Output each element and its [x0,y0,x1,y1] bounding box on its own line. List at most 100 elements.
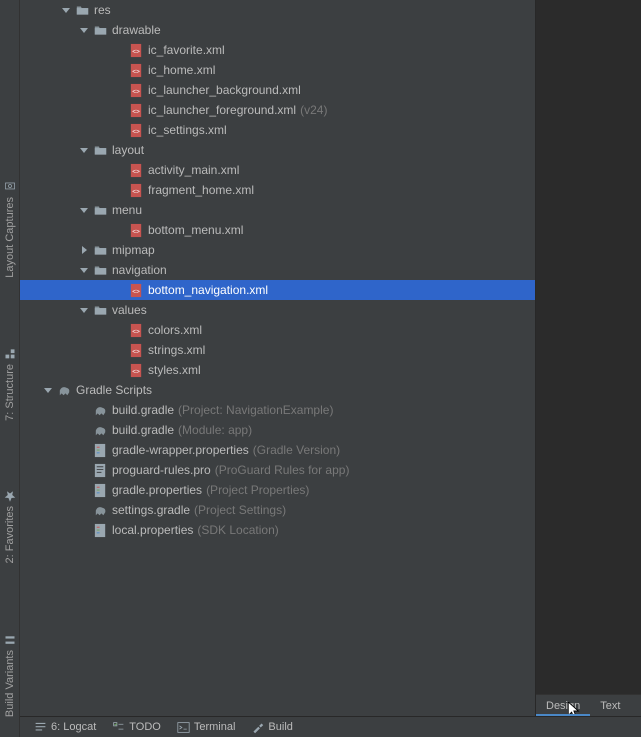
tree-label: fragment_home.xml [148,183,254,197]
tree-row[interactable]: <>ic_home.xml [20,60,535,80]
tree-label: styles.xml [148,363,201,377]
tab-text[interactable]: Text [590,695,630,716]
xml-icon: <> [128,322,144,338]
tree-label: local.properties [112,523,193,537]
tree-hint: (SDK Location) [197,523,278,537]
sidebar-tab-layout-captures[interactable]: Layout Captures [4,181,16,278]
tree-label: ic_favorite.xml [148,43,225,57]
tree-row[interactable]: values [20,300,535,320]
tree-row[interactable]: <> colors.xml [20,320,535,340]
tree-row[interactable]: <>ic_settings.xml [20,120,535,140]
tree-row[interactable]: Gradle Scripts [20,380,535,400]
tree-label: ic_launcher_background.xml [148,83,301,97]
xml-icon: <> [128,222,144,238]
tree-hint: (v24) [300,103,327,117]
bottom-tab-logcat[interactable]: 6: Logcat [34,721,96,734]
tree-row[interactable]: <>bottom_menu.xml [20,220,535,240]
tree-row[interactable]: navigation [20,260,535,280]
tree-label: settings.gradle [112,503,190,517]
camera-icon [4,181,16,193]
svg-text:<>: <> [132,48,140,55]
tree-row[interactable]: <> styles.xml [20,360,535,380]
svg-text:<>: <> [132,368,140,375]
arrow-placeholder [78,444,90,456]
chevron-down-icon[interactable] [78,204,90,216]
tree-hint: (ProGuard Rules for app) [215,463,350,477]
tree-row[interactable]: proguard-rules.pro (ProGuard Rules for ap… [20,460,535,480]
xml-icon: <> [128,162,144,178]
chevron-down-icon[interactable] [42,384,54,396]
arrow-placeholder [114,164,126,176]
arrow-placeholder [114,284,126,296]
chevron-down-icon[interactable] [78,24,90,36]
svg-text:<>: <> [132,168,140,175]
tree-row[interactable]: <>activity_main.xml [20,160,535,180]
gradle-icon [92,502,108,518]
folder-icon [92,242,108,258]
tree-row[interactable]: <> ic_launcher_background.xml [20,80,535,100]
tree-label: proguard-rules.pro [112,463,211,477]
bottom-tab-todo[interactable]: TODO [112,721,161,734]
svg-text:<>: <> [132,328,140,335]
arrow-placeholder [78,504,90,516]
arrow-placeholder [114,84,126,96]
bottom-tab-build[interactable]: Build [251,721,292,734]
svg-text:<>: <> [132,88,140,95]
gradle-scripts-icon [56,382,72,398]
tree-row[interactable]: gradle.properties(Project Properties) [20,480,535,500]
tree-row[interactable]: <> ic_favorite.xml [20,40,535,60]
star-icon [4,490,16,502]
sidebar-tab-favorites[interactable]: 2: Favorites [4,490,16,563]
tree-row[interactable]: layout [20,140,535,160]
tree-label: ic_home.xml [148,63,215,77]
gradle-icon [92,422,108,438]
tree-row[interactable]: <> fragment_home.xml [20,180,535,200]
xml-icon: <> [128,282,144,298]
hammer-icon [251,721,264,734]
tree-row[interactable]: res [20,0,535,20]
tree-hint: (Module: app) [178,423,252,437]
xml-icon: <> [128,42,144,58]
arrow-placeholder [78,524,90,536]
arrow-placeholder [78,484,90,496]
chevron-down-icon[interactable] [60,4,72,16]
folder-icon [92,202,108,218]
tree-row[interactable]: gradle-wrapper.properties(Gradle Version… [20,440,535,460]
tree-row[interactable]: build.gradle(Module: app) [20,420,535,440]
tree-row[interactable]: mipmap [20,240,535,260]
arrow-placeholder [114,104,126,116]
bottom-tab-terminal[interactable]: Terminal [177,721,236,734]
tree-hint: (Gradle Version) [253,443,340,457]
sidebar-tab-structure[interactable]: 7: Structure [4,348,16,421]
sidebar-tab-build-variants[interactable]: Build Variants [4,634,16,717]
tree-row[interactable]: build.gradle(Project: NavigationExample) [20,400,535,420]
chevron-down-icon[interactable] [78,144,90,156]
folder-icon [92,142,108,158]
tree-label: ic_launcher_foreground.xml [148,103,296,117]
props-icon [92,442,108,458]
tree-row[interactable]: drawable [20,20,535,40]
svg-text:<>: <> [132,108,140,115]
tree-row[interactable]: local.properties (SDK Location) [20,520,535,540]
tab-design[interactable]: Design [536,695,590,716]
props-icon [92,482,108,498]
chevron-down-icon[interactable] [78,304,90,316]
chevron-down-icon[interactable] [78,264,90,276]
tree-label: build.gradle [112,403,174,417]
project-tree[interactable]: resdrawable<>ic_favorite.xml<>ic_home.xm… [20,0,536,716]
svg-text:<>: <> [132,188,140,195]
tree-label: drawable [112,23,161,37]
tree-row[interactable]: <>strings.xml [20,340,535,360]
tree-row[interactable]: settings.gradle(Project Settings) [20,500,535,520]
gradle-icon [92,402,108,418]
chevron-right-icon[interactable] [78,244,90,256]
arrow-placeholder [114,64,126,76]
tree-row[interactable]: menu [20,200,535,220]
tree-hint: (Project Properties) [206,483,309,497]
structure-icon [4,348,16,360]
arrow-placeholder [114,364,126,376]
tree-label: colors.xml [148,323,202,337]
tree-row[interactable]: <> bottom_navigation.xml [20,280,535,300]
tree-label: bottom_navigation.xml [148,283,268,297]
tree-row[interactable]: <> ic_launcher_foreground.xml (v24) [20,100,535,120]
